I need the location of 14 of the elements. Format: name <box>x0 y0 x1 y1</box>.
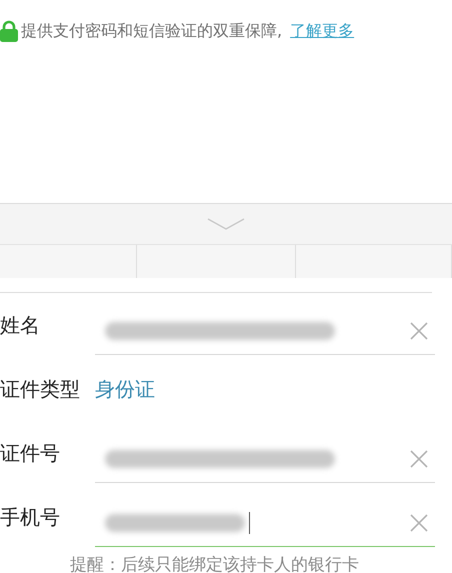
id-type-selector[interactable]: 身份证 <box>95 376 155 402</box>
lock-icon <box>0 20 18 42</box>
text-cursor <box>249 512 250 534</box>
field-label: 证件类型 <box>0 376 81 402</box>
clear-icon[interactable] <box>409 448 429 468</box>
reminder-text: 提醒：后续只能绑定该持卡人的银行卡 <box>69 554 360 573</box>
clear-icon[interactable] <box>409 512 429 532</box>
field-label: 证件号 <box>0 440 61 466</box>
learn-more-link[interactable]: 了解更多 <box>290 20 354 42</box>
security-note: 提供支付密码和短信验证的双重保障, <box>21 20 282 42</box>
clear-icon[interactable] <box>409 320 429 340</box>
field-label: 手机号 <box>0 504 61 530</box>
chevron-down-icon <box>206 216 246 232</box>
field-label: 姓名 <box>0 312 41 338</box>
